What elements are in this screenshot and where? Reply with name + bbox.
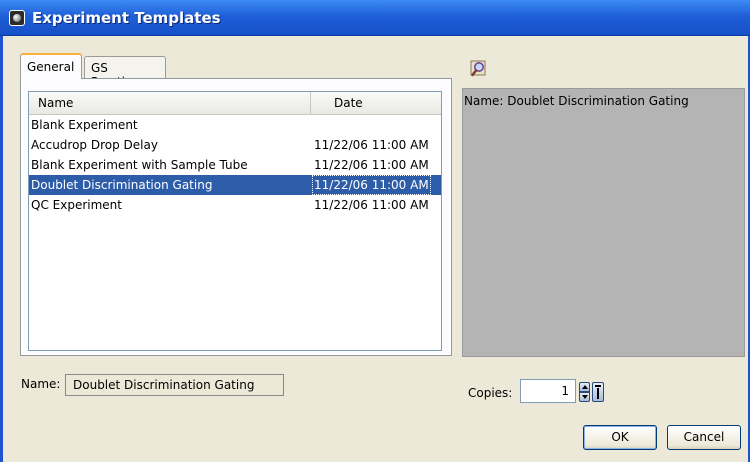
table-header: Name Date (29, 92, 441, 115)
templates-table: Name Date Blank Experiment Accudrop Drop… (28, 91, 442, 351)
row-name: Blank Experiment (31, 118, 138, 132)
spinner-down-icon[interactable] (579, 392, 590, 402)
copies-input[interactable]: 1 (520, 379, 576, 403)
row-name: Doublet Discrimination Gating (31, 178, 213, 192)
cancel-button[interactable]: Cancel (667, 425, 741, 450)
name-label: Name: (21, 377, 61, 391)
window-frame-left (0, 36, 3, 462)
magnifier-icon[interactable] (470, 60, 488, 78)
app-icon (9, 10, 25, 26)
tab-gs-practice[interactable]: GS Practice (84, 56, 166, 89)
window-title: Experiment Templates (32, 9, 221, 27)
column-header-name[interactable]: Name (29, 92, 311, 114)
row-date: 11/22/06 11:00 AM (314, 138, 429, 152)
row-name: QC Experiment (31, 198, 122, 212)
copies-spinner[interactable] (579, 382, 590, 402)
table-body: Blank Experiment Accudrop Drop Delay 11/… (29, 115, 441, 215)
column-header-date[interactable]: Date (311, 92, 441, 114)
row-date: 11/22/06 11:00 AM (312, 175, 431, 195)
spinner-up-icon[interactable] (579, 382, 590, 392)
ok-button[interactable]: OK (583, 425, 657, 450)
preview-text: Name: Doublet Discrimination Gating (464, 94, 689, 108)
row-date: 11/22/06 11:00 AM (314, 158, 429, 172)
row-name: Accudrop Drop Delay (31, 138, 158, 152)
tab-general[interactable]: General (20, 53, 82, 79)
tab-panel-general: Name Date Blank Experiment Accudrop Drop… (20, 78, 452, 356)
table-row[interactable]: Blank Experiment with Sample Tube 11/22/… (29, 155, 441, 175)
copies-label: Copies: (468, 386, 513, 400)
table-row-selected[interactable]: Doublet Discrimination Gating 11/22/06 1… (29, 175, 441, 195)
name-field: Doublet Discrimination Gating (65, 374, 284, 396)
row-date: 11/22/06 11:00 AM (314, 198, 429, 212)
table-row[interactable]: Accudrop Drop Delay 11/22/06 11:00 AM (29, 135, 441, 155)
row-name: Blank Experiment with Sample Tube (31, 158, 248, 172)
template-preview-pane: Name: Doublet Discrimination Gating (462, 88, 745, 357)
table-row[interactable]: QC Experiment 11/22/06 11:00 AM (29, 195, 441, 215)
table-row[interactable]: Blank Experiment (29, 115, 441, 135)
title-bar: Experiment Templates (0, 0, 750, 36)
copies-max-icon[interactable] (592, 382, 604, 402)
